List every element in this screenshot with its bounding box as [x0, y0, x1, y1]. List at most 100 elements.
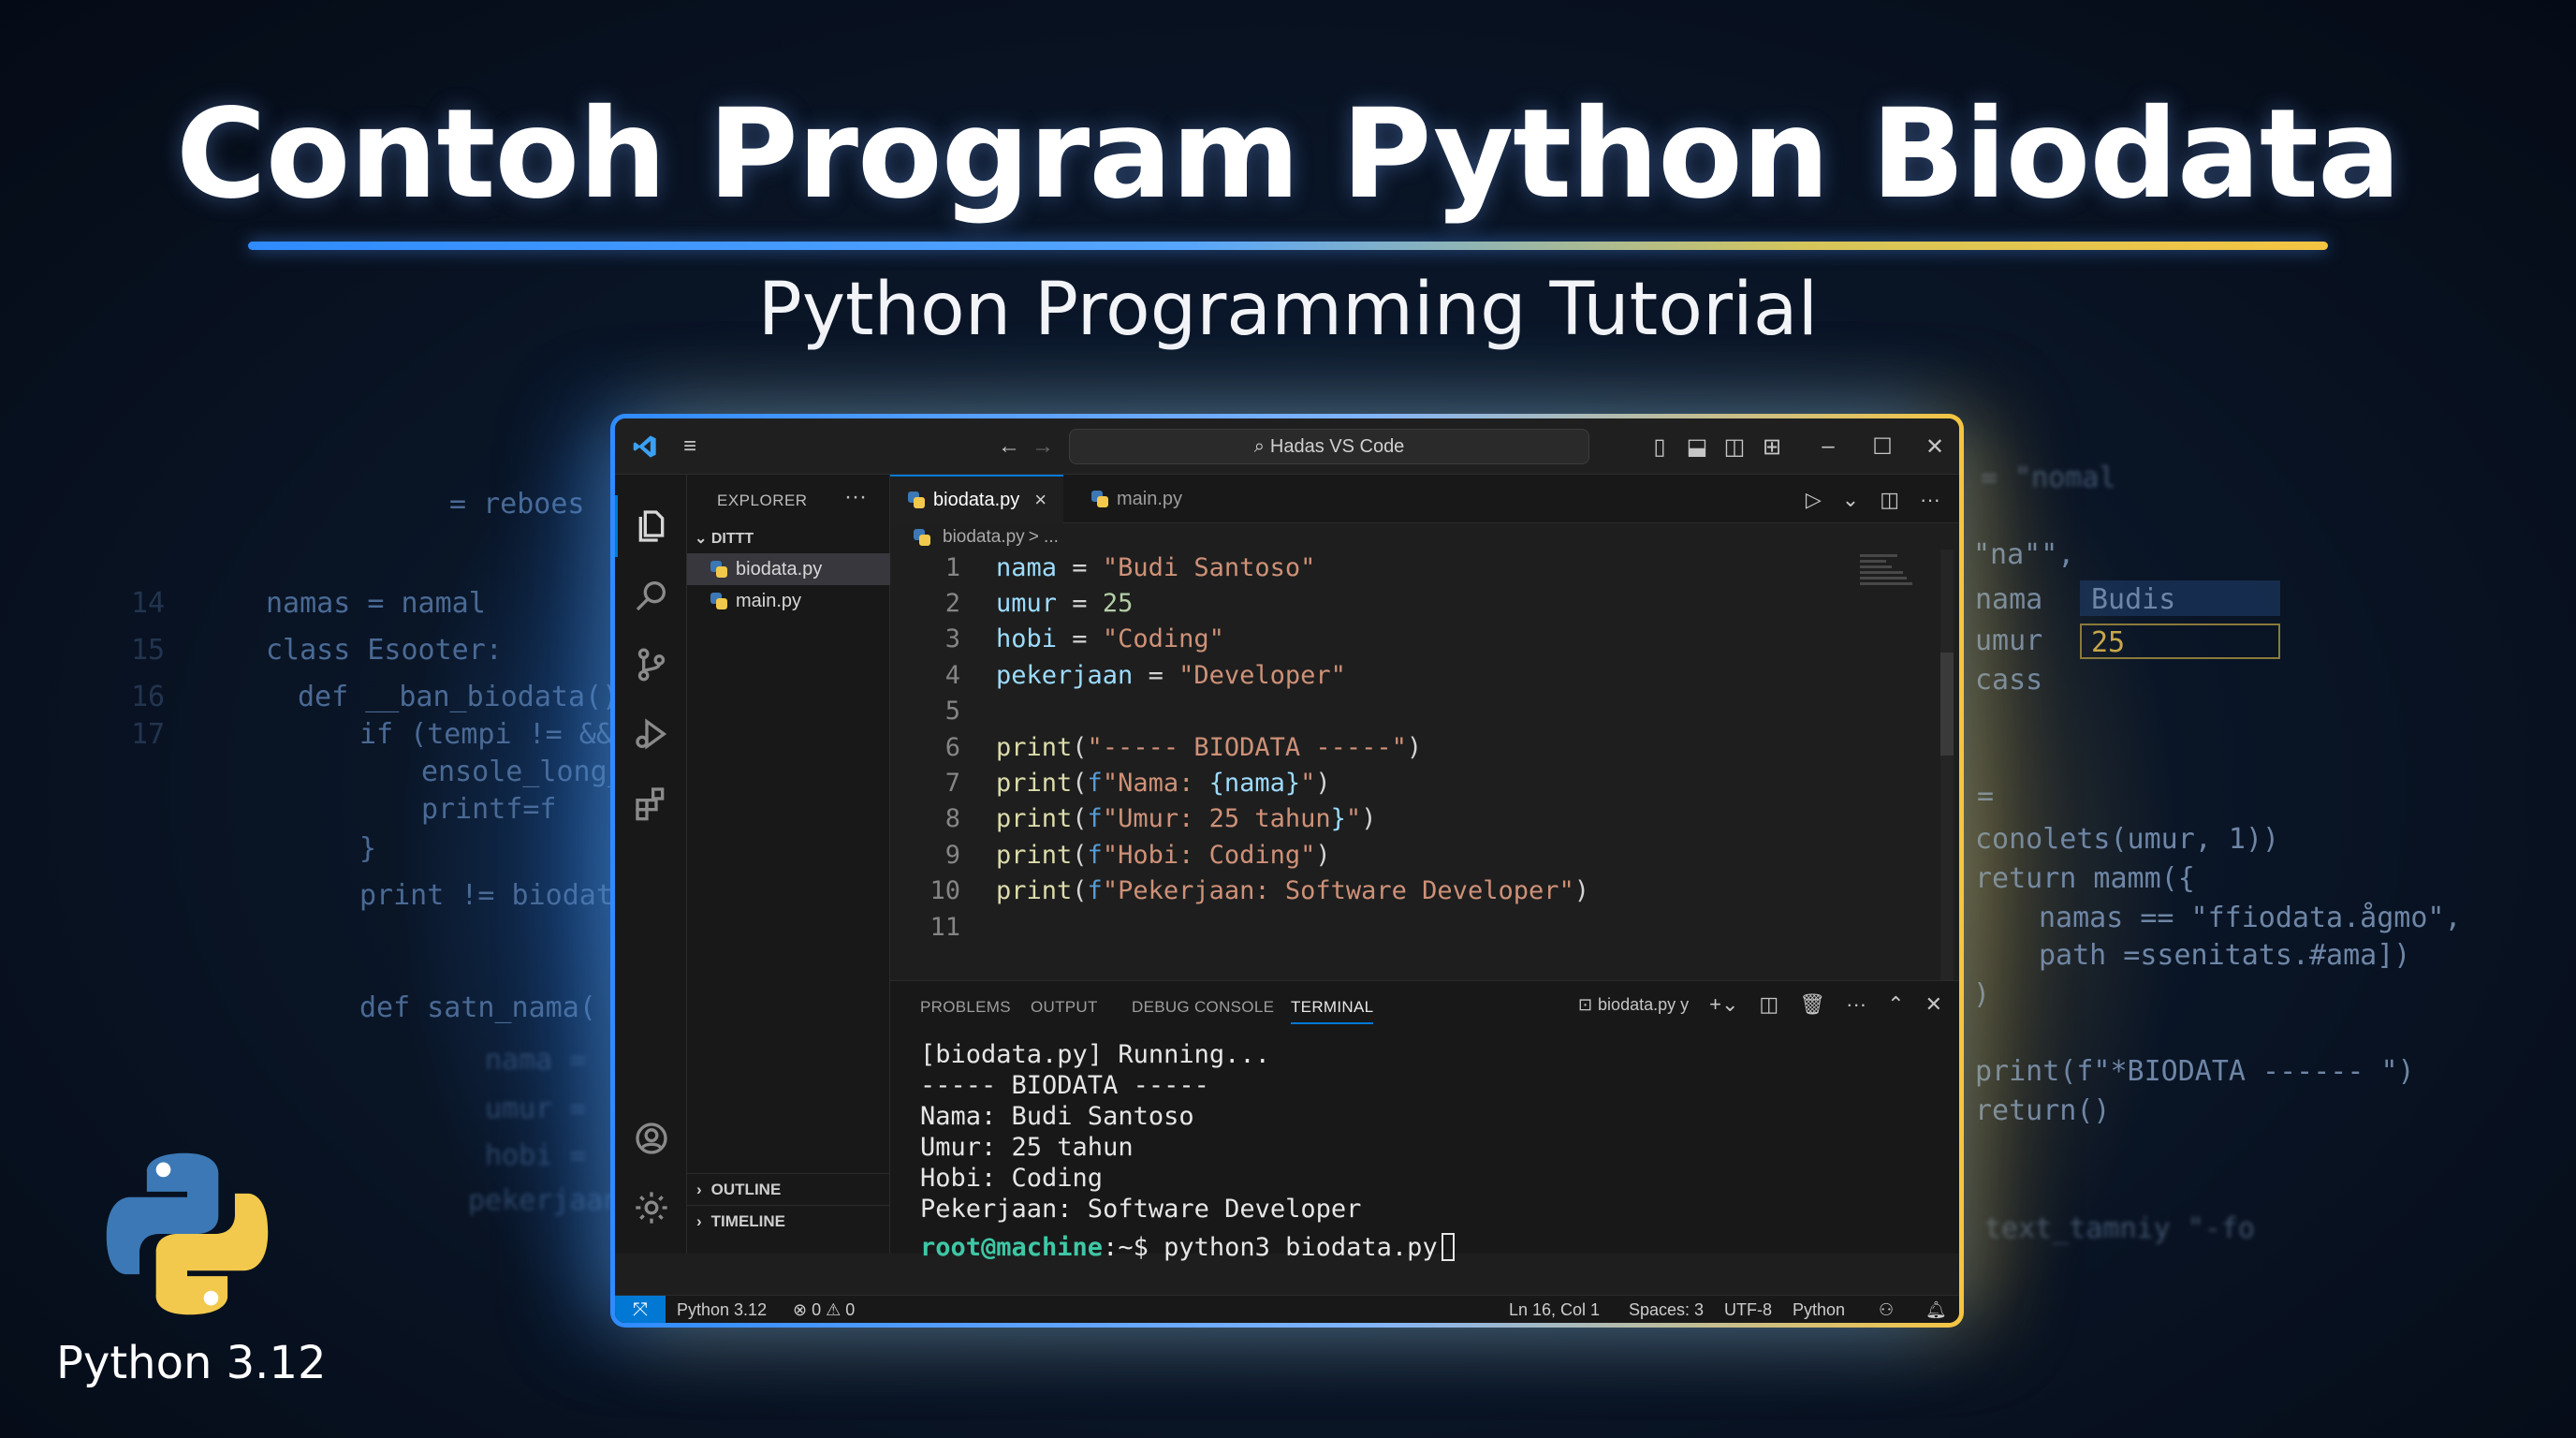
toggle-panel-icon[interactable]: ⬓ — [1682, 430, 1712, 463]
bg-code-line: print != biodata — [359, 879, 630, 912]
menu-icon[interactable]: ≡ — [673, 430, 707, 463]
search-activity-icon[interactable] — [615, 565, 687, 626]
tab-biodata[interactable]: biodata.py × — [890, 475, 1064, 523]
breadcrumb: biodata.py > ... — [913, 527, 1059, 548]
code-line[interactable]: 7 print(f"Nama: {nama}") — [890, 765, 1331, 800]
status-encoding[interactable]: UTF-8 — [1724, 1300, 1772, 1320]
bg-code-line: def __ban_biodata(): — [298, 681, 637, 713]
source-control-icon[interactable] — [615, 634, 687, 696]
chevron-down-icon[interactable]: ⌄ — [1842, 488, 1859, 512]
folder-item[interactable]: ⌄ DITTT — [695, 529, 754, 548]
terminal-cursor — [1441, 1233, 1455, 1261]
tab-problems[interactable]: PROBLEMS — [920, 998, 1011, 1017]
customize-layout-icon[interactable]: ⊞ — [1757, 430, 1787, 463]
status-language[interactable]: Python — [1793, 1300, 1845, 1320]
timeline-section[interactable]: › TIMELINE — [687, 1205, 890, 1237]
code-line[interactable]: 9 print(f"Hobi: Coding") — [890, 837, 1331, 873]
terminal-icon: ⊡ — [1577, 994, 1593, 1014]
split-terminal-icon[interactable]: ◫ — [1759, 992, 1778, 1017]
bg-code-line: conolets(umur, 1)) — [1975, 823, 2280, 856]
python-file-icon — [710, 592, 728, 610]
code-line[interactable]: 8 print(f"Umur: 25 tahun}") — [890, 801, 1377, 837]
outline-section[interactable]: › OUTLINE — [687, 1173, 890, 1205]
close-panel-icon[interactable]: ✕ — [1925, 992, 1942, 1017]
close-tab-icon[interactable]: × — [1034, 488, 1046, 512]
account-icon[interactable] — [615, 1108, 687, 1169]
breadcrumb-file[interactable]: biodata.py — [943, 527, 1025, 548]
terminal-selector[interactable]: ⊡ biodata.py y — [1578, 995, 1689, 1015]
line-number: 9 — [944, 840, 960, 870]
toggle-sidebar-icon[interactable]: ▯ — [1645, 430, 1675, 463]
chevron-right-icon: › — [696, 1180, 702, 1198]
code-line[interactable]: 2 umur = 25 — [890, 585, 1134, 621]
trash-icon[interactable]: 🗑 — [1799, 992, 1825, 1017]
run-file-icon[interactable]: ▷ — [1806, 488, 1822, 512]
more-actions-icon[interactable]: ··· — [1846, 992, 1866, 1017]
accounts-icon[interactable]: ⚇ — [1879, 1300, 1894, 1320]
activity-bar — [615, 475, 687, 1254]
terminal-line: Pekerjaan: Software Developer — [920, 1195, 1362, 1224]
bg-code-line: ensole_long_ — [421, 756, 624, 788]
code-editor[interactable]: 1 nama = "Budi Santoso" 2 umur = 25 3 hobi = … — [890, 550, 1959, 980]
bg-code-line: namas = namal — [266, 587, 486, 620]
maximize-button[interactable]: ☐ — [1864, 430, 1901, 463]
code-line[interactable]: 5 — [890, 694, 996, 729]
command-center-search[interactable]: ⌕ Hadas VS Code — [1069, 429, 1589, 464]
back-arrow-icon[interactable]: ← — [993, 430, 1025, 463]
code-line[interactable]: 4 pekerjaan = "Developer" — [890, 657, 1346, 693]
terminal-line: Hobi: Coding — [920, 1164, 1104, 1193]
remote-indicator-icon[interactable]: ⤧ — [615, 1296, 666, 1323]
code-text: umur = 25 — [996, 588, 1134, 618]
title-bar: ≡ ← → ⌕ Hadas VS Code ▯ ⬓ ◫ ⊞ – ☐ ✕ — [615, 418, 1959, 475]
maximize-panel-icon[interactable]: ⌃ — [1887, 992, 1904, 1017]
status-python-version[interactable]: Python 3.12 — [677, 1300, 767, 1320]
more-actions-icon[interactable]: ··· — [1920, 488, 1940, 512]
forward-arrow-icon[interactable]: → — [1027, 430, 1059, 463]
file-label: biodata.py — [736, 558, 823, 580]
status-cursor-position[interactable]: Ln 16, Col 1 — [1509, 1300, 1600, 1320]
chevron-right-icon: › — [696, 1211, 702, 1230]
notifications-bell-icon[interactable]: 🔔︎ — [1925, 1300, 1947, 1320]
line-number: 11 — [929, 912, 960, 942]
run-debug-icon[interactable] — [615, 703, 687, 765]
tab-output[interactable]: OUTPUT — [1031, 998, 1098, 1017]
code-line[interactable]: 10 print(f"Pekerjaan: Software Developer"… — [890, 873, 1589, 909]
code-line[interactable]: 11 — [890, 909, 996, 945]
code-line[interactable]: 3 hobi = "Coding" — [890, 622, 1224, 657]
bg-code-line: nama — [1975, 583, 2043, 616]
breadcrumb-rest: > ... — [1028, 527, 1059, 547]
terminal-prompt[interactable]: root@machine:~$ python3 biodata.py — [920, 1232, 1455, 1263]
bg-field-nama: Budis — [2080, 580, 2280, 616]
code-text: pekerjaan = "Developer" — [996, 660, 1346, 690]
bg-line-number: 16 — [131, 681, 166, 713]
explorer-icon[interactable] — [615, 495, 687, 557]
tab-label: biodata.py — [933, 489, 1020, 510]
close-window-button[interactable]: ✕ — [1916, 430, 1954, 463]
extensions-icon[interactable] — [615, 772, 687, 834]
line-number: 2 — [944, 588, 960, 618]
file-item-biodata[interactable]: biodata.py — [687, 553, 890, 585]
toggle-secondary-sidebar-icon[interactable]: ◫ — [1720, 430, 1749, 463]
code-line[interactable]: 6 print("----- BIODATA -----") — [890, 729, 1422, 765]
minimize-button[interactable]: – — [1809, 430, 1847, 463]
editor-scrollbar[interactable] — [1940, 550, 1954, 980]
status-problems[interactable]: ⊗ 0 ⚠ 0 — [793, 1300, 855, 1320]
tab-terminal[interactable]: TERMINAL — [1291, 998, 1374, 1024]
tab-debug-console[interactable]: DEBUG CONSOLE — [1132, 998, 1274, 1017]
terminal-output[interactable]: [biodata.py] Running... ----- BIODATA ---… — [920, 1039, 1455, 1263]
minimap[interactable] — [1860, 551, 1916, 608]
status-indentation[interactable]: Spaces: 3 — [1629, 1300, 1704, 1320]
page-subtitle: Python Programming Tutorial — [757, 268, 1819, 352]
explorer-sidebar: EXPLORER ··· ⌄ DITTT biodata.py main.py … — [687, 475, 890, 1254]
tab-main[interactable]: main.py — [1074, 475, 1199, 523]
split-editor-icon[interactable]: ◫ — [1880, 488, 1899, 512]
settings-gear-icon[interactable] — [615, 1177, 687, 1239]
file-item-main[interactable]: main.py — [687, 585, 890, 617]
code-line[interactable]: 1 nama = "Budi Santoso" — [890, 550, 1316, 585]
folder-label: DITTT — [710, 531, 754, 547]
explorer-more-button[interactable]: ··· — [844, 484, 867, 510]
code-text: print("----- BIODATA -----") — [996, 732, 1423, 762]
new-terminal-icon[interactable]: +⌄ — [1709, 992, 1738, 1017]
bg-field-nama-value: Budis — [2091, 583, 2176, 616]
editor-tabs: biodata.py × main.py ▷ ⌄ ◫ ··· — [890, 475, 1959, 523]
